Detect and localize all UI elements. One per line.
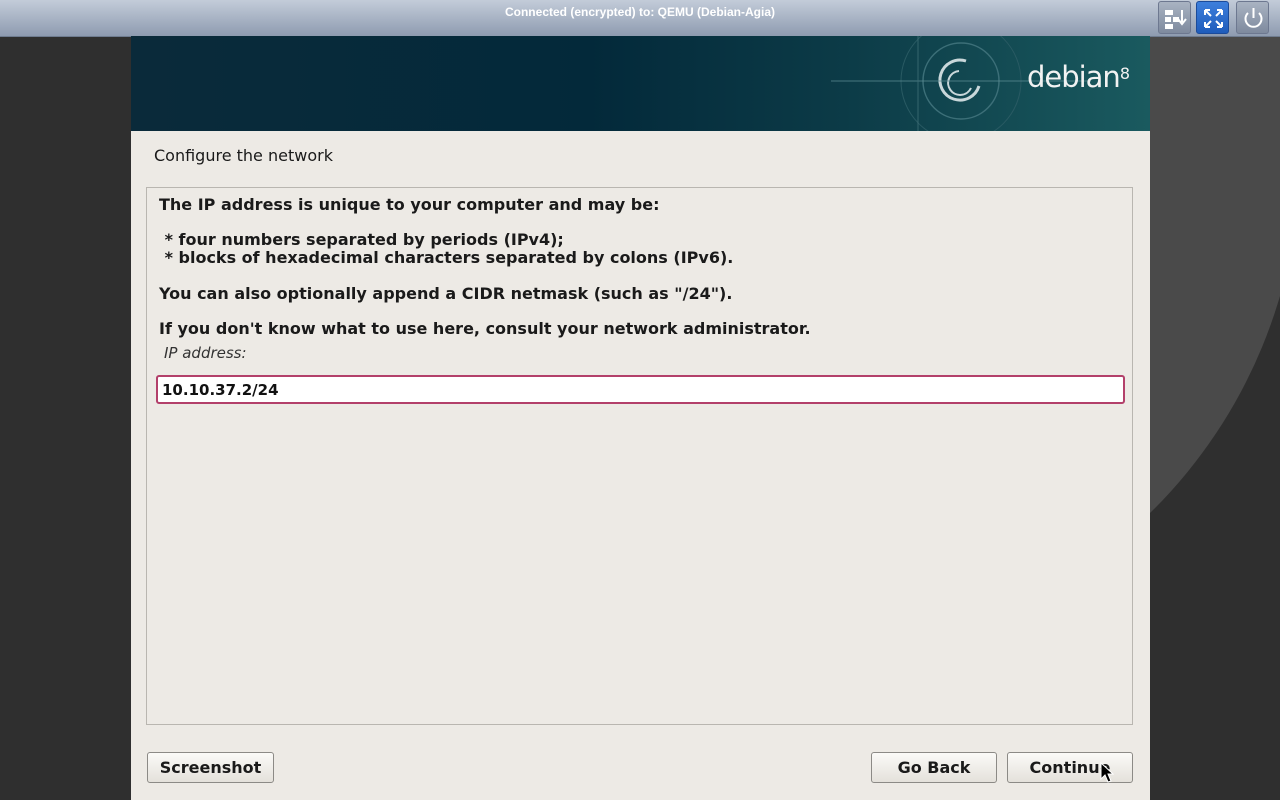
installer-window: debian8 Configure the network The IP add… <box>131 36 1150 800</box>
debian-swirl-logo <box>831 36 1091 131</box>
power-icon <box>1244 8 1263 28</box>
description-line-admin: If you don't know what to use here, cons… <box>159 319 811 338</box>
ip-address-label: IP address: <box>164 344 247 362</box>
brand-version: 8 <box>1119 64 1130 83</box>
send-keys-button[interactable] <box>1158 1 1191 34</box>
debian-banner: debian8 <box>131 36 1150 131</box>
description-bullet-ipv4: * four numbers separated by periods (IPv… <box>159 230 564 249</box>
question-panel: The IP address is unique to your compute… <box>146 187 1133 725</box>
continue-button[interactable]: Continue <box>1007 752 1133 783</box>
description-line-cidr: You can also optionally append a CIDR ne… <box>159 284 733 303</box>
page-title: Configure the network <box>154 146 333 165</box>
brand-name: debian <box>1026 60 1121 94</box>
power-button[interactable] <box>1236 1 1269 34</box>
ip-address-input[interactable] <box>156 375 1125 404</box>
description-bullet-ipv6: * blocks of hexadecimal characters separ… <box>159 248 734 267</box>
go-back-button[interactable]: Go Back <box>871 752 997 783</box>
fullscreen-button[interactable] <box>1196 1 1229 34</box>
fullscreen-icon <box>1204 9 1223 28</box>
debian-brand: debian8 <box>1027 60 1130 94</box>
description-line-1: The IP address is unique to your compute… <box>159 195 660 214</box>
mouse-cursor-icon <box>1100 762 1114 783</box>
screenshot-button[interactable]: Screenshot <box>147 752 274 783</box>
viewer-toolbar: Connected (encrypted) to: QEMU (Debian-A… <box>0 0 1280 37</box>
send-keys-icon <box>1165 10 1187 29</box>
viewer-title: Connected (encrypted) to: QEMU (Debian-A… <box>504 5 775 19</box>
